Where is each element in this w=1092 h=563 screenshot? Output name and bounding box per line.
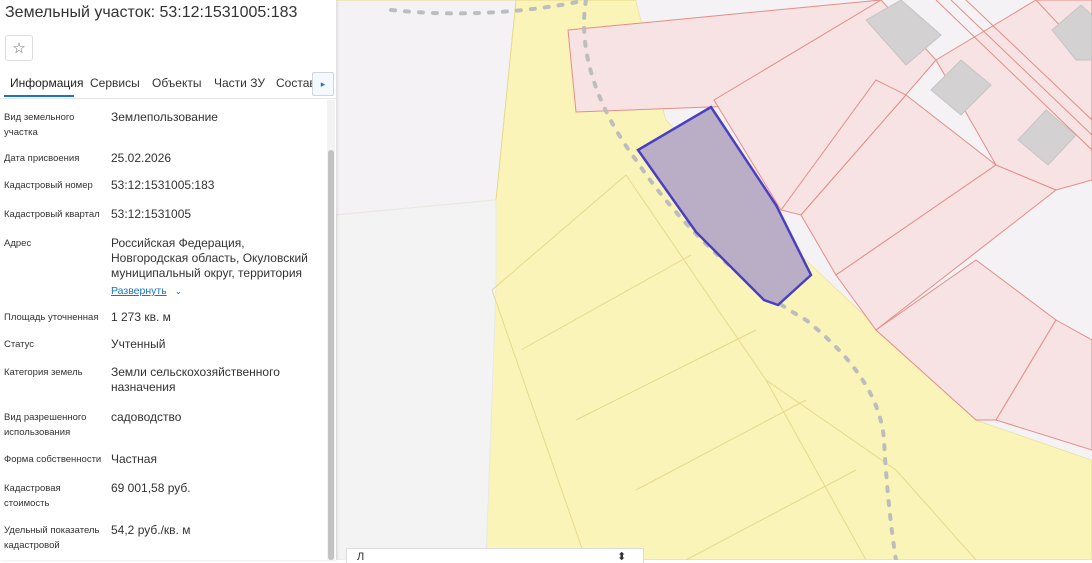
star-icon: ☆ bbox=[12, 40, 26, 57]
field-label: Площадь уточненная bbox=[4, 312, 99, 323]
tab-composition[interactable]: Состав bbox=[276, 76, 316, 90]
field-label: Дата присвоения bbox=[4, 153, 80, 164]
tab-scroll-right-button[interactable]: ▸ bbox=[312, 72, 334, 96]
info-list: Вид земельного участка Землепользование … bbox=[0, 100, 326, 560]
favorite-button[interactable]: ☆ bbox=[5, 35, 33, 61]
info-panel: Земельный участок: 53:12:1531005:183 ☆ И… bbox=[0, 0, 336, 560]
field-label: Кадастровая стоимость bbox=[4, 483, 61, 509]
expand-link-label: Развернуть bbox=[111, 285, 167, 297]
field-value: 54,2 руб./кв. м bbox=[111, 523, 191, 537]
field-value: садоводство bbox=[111, 410, 182, 424]
chevron-right-icon: ▸ bbox=[320, 78, 326, 89]
field-value: Учтенный bbox=[111, 337, 166, 351]
tab-parts[interactable]: Части ЗУ bbox=[214, 76, 265, 90]
expand-address-link[interactable]: Развернуть ⌄ bbox=[111, 285, 182, 297]
tab-bar: Информация Сервисы Объекты Части ЗУ Сост… bbox=[0, 70, 336, 99]
field-value: 1 273 кв. м bbox=[111, 310, 171, 324]
chevron-down-icon: ⌄ bbox=[174, 286, 183, 296]
field-value: 53:12:1531005 bbox=[111, 207, 192, 221]
map-bottom-panel[interactable]: Л ⬍ bbox=[346, 548, 644, 563]
field-value: Частная bbox=[111, 452, 157, 466]
field-label: Вид разрешенного использования bbox=[4, 412, 87, 438]
scrollbar-thumb[interactable] bbox=[328, 150, 334, 560]
bottom-panel-text: Л bbox=[357, 551, 365, 563]
field-label: Адрес bbox=[4, 238, 32, 249]
field-value: Земли сельскохозяйственного назначения bbox=[111, 365, 280, 394]
resize-icon[interactable]: ⬍ bbox=[617, 550, 626, 563]
map-canvas[interactable] bbox=[336, 0, 1092, 560]
field-value: Землепользование bbox=[111, 110, 218, 124]
tab-info[interactable]: Информация bbox=[10, 76, 83, 90]
field-value: 69 001,58 руб. bbox=[111, 481, 191, 495]
field-value: Российская Федерация, Новгородская облас… bbox=[111, 236, 308, 280]
field-value: 53:12:1531005:183 bbox=[111, 178, 215, 192]
tab-services[interactable]: Сервисы bbox=[90, 76, 140, 90]
field-label: Категория земель bbox=[4, 367, 83, 378]
active-tab-indicator bbox=[4, 95, 74, 97]
field-label: Форма собственности bbox=[4, 454, 102, 465]
field-label: Кадастровый квартал bbox=[4, 209, 100, 220]
field-label: Вид земельного участка bbox=[4, 112, 75, 138]
map-view[interactable] bbox=[336, 0, 1092, 560]
field-label: Кадастровый номер bbox=[4, 180, 93, 191]
field-label: Удельный показатель кадастровой bbox=[4, 525, 100, 551]
tab-objects[interactable]: Объекты bbox=[152, 76, 202, 90]
page-title: Земельный участок: 53:12:1531005:183 bbox=[5, 4, 298, 21]
field-value: 25.02.2026 bbox=[111, 151, 172, 165]
unassigned-area bbox=[336, 199, 497, 560]
field-label: Статус bbox=[4, 339, 35, 350]
